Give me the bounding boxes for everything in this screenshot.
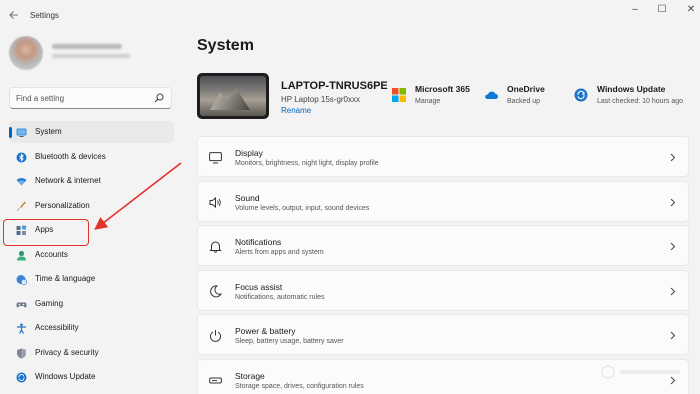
monitor-icon <box>16 127 27 138</box>
sidebar-item-label: Privacy & security <box>35 347 99 357</box>
card-power-battery[interactable]: Power & battery Sleep, battery usage, ba… <box>197 314 689 355</box>
quick-link-subtitle: Last checked: 10 hours ago <box>597 98 684 105</box>
card-subtitle: Monitors, brightness, night light, displ… <box>235 160 379 167</box>
update-icon <box>574 88 588 102</box>
card-display[interactable]: Display Monitors, brightness, night ligh… <box>197 136 689 177</box>
card-subtitle: Alerts from apps and system <box>235 249 324 256</box>
sidebar-item-system[interactable]: System <box>9 121 174 143</box>
chevron-right-icon <box>670 153 676 162</box>
settings-list: Display Monitors, brightness, night ligh… <box>197 136 689 394</box>
watermark-logo <box>601 365 680 379</box>
display-icon <box>209 151 222 164</box>
sidebar-item-label: Gaming <box>35 298 64 308</box>
sidebar-item-label: System <box>35 127 62 136</box>
title-bar: Settings – ☐ ✕ <box>0 0 700 30</box>
quick-link-subtitle: Backed up <box>507 98 541 105</box>
sidebar-item-label: Time & language <box>35 274 96 283</box>
quick-link-onedrive[interactable]: OneDrive Backed up <box>484 84 564 112</box>
sidebar-item-windows-update[interactable]: Windows Update <box>9 366 174 388</box>
search-box[interactable] <box>9 87 172 109</box>
profile-email-blurred <box>52 54 130 58</box>
microsoft-logo-icon <box>392 88 406 102</box>
close-button[interactable]: ✕ <box>684 4 698 16</box>
sidebar-item-network-internet[interactable]: Network & internet <box>9 170 174 192</box>
card-title: Sound <box>235 192 260 203</box>
rename-link[interactable]: Rename <box>281 106 311 115</box>
card-title: Storage <box>235 370 265 381</box>
card-title: Focus assist <box>235 281 283 292</box>
sidebar-item-label: Windows Update <box>35 372 96 381</box>
sidebar-item-label: Bluetooth & devices <box>35 151 106 161</box>
quick-link-title: Microsoft 365 <box>415 84 470 94</box>
person-icon <box>16 250 27 261</box>
card-title: Notifications <box>235 237 282 247</box>
quick-link-title: OneDrive <box>507 84 545 94</box>
sidebar-item-accounts[interactable]: Accounts <box>9 244 174 266</box>
device-model: HP Laptop 15s-gr0xxx <box>281 95 361 104</box>
globe-clock-icon <box>16 274 27 285</box>
card-focus-assist[interactable]: Focus assist Notifications, automatic ru… <box>197 269 689 311</box>
speaker-icon <box>209 196 222 209</box>
card-subtitle: Notifications, automatic rules <box>235 293 325 301</box>
chevron-right-icon <box>670 287 676 296</box>
card-subtitle: Sleep, battery usage, battery saver <box>235 338 344 345</box>
quick-link-title: Windows Update <box>597 84 666 94</box>
chevron-right-icon <box>670 331 676 340</box>
storage-icon <box>209 374 222 387</box>
moon-icon <box>209 284 223 298</box>
sidebar-item-label: Network & internet <box>35 176 101 185</box>
sidebar-item-label: Personalization <box>35 200 90 210</box>
sidebar-item-privacy-security[interactable]: Privacy & security <box>9 342 174 364</box>
sidebar-item-accessibility[interactable]: Accessibility <box>9 317 174 339</box>
sidebar-item-personalization[interactable]: Personalization <box>9 195 174 217</box>
device-name: LAPTOP-TNRUS6PE <box>281 80 388 92</box>
sidebar-item-bluetooth-devices[interactable]: Bluetooth & devices <box>9 146 174 168</box>
card-notifications[interactable]: Notifications Alerts from apps and syste… <box>197 225 689 266</box>
chevron-right-icon <box>670 242 676 251</box>
sidebar-item-label: Accessibility <box>35 323 79 332</box>
card-title: Power & battery <box>235 326 296 336</box>
wifi-icon <box>16 176 27 187</box>
card-sound[interactable]: Sound Volume levels, output, input, soun… <box>197 180 689 222</box>
sidebar-item-gaming[interactable]: Gaming <box>9 293 174 315</box>
annotation-highlight-box <box>3 219 89 246</box>
sidebar-item-time-language[interactable]: Time & language <box>9 268 174 290</box>
maximize-button[interactable]: ☐ <box>655 4 669 16</box>
bell-icon <box>209 240 222 253</box>
shield-icon <box>16 348 27 359</box>
quick-link-subtitle: Manage <box>415 98 441 105</box>
bluetooth-icon <box>16 152 27 163</box>
page-title: System <box>197 37 254 54</box>
sidebar-nav: System Bluetooth & devices Network & int… <box>9 121 174 391</box>
quick-link-microsoft-365[interactable]: Microsoft 365 Manage <box>392 84 482 112</box>
accessibility-icon <box>16 323 27 334</box>
card-title: Display <box>235 148 263 158</box>
device-wallpaper-thumbnail <box>197 73 269 119</box>
update-icon <box>16 372 27 383</box>
user-profile[interactable] <box>9 36 179 74</box>
profile-name-blurred <box>52 44 122 49</box>
search-icon[interactable] <box>154 93 164 103</box>
power-icon <box>209 329 222 342</box>
avatar <box>9 36 43 70</box>
card-subtitle: Volume levels, output, input, sound devi… <box>235 204 370 212</box>
chevron-right-icon <box>670 198 676 207</box>
minimize-button[interactable]: – <box>628 4 642 16</box>
card-subtitle: Storage space, drives, configuration rul… <box>235 382 364 390</box>
gamepad-icon <box>16 299 27 310</box>
sidebar-item-label: Accounts <box>35 249 68 259</box>
app-title: Settings <box>30 11 59 20</box>
quick-link-windows-update[interactable]: Windows Update Last checked: 10 hours ag… <box>574 84 694 112</box>
brush-icon <box>16 200 27 212</box>
cloud-icon <box>484 88 498 102</box>
back-arrow-icon[interactable] <box>8 9 20 21</box>
search-input[interactable] <box>16 91 154 105</box>
